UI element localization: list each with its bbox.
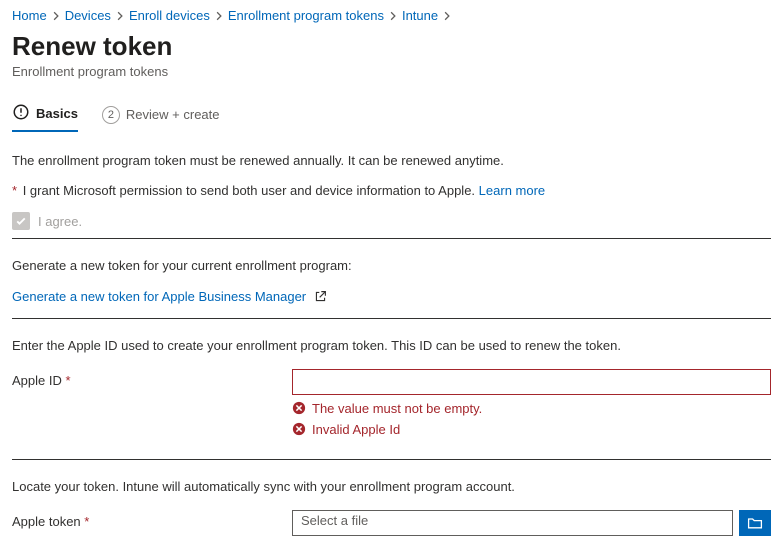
error-invalid: Invalid Apple Id bbox=[292, 422, 771, 437]
consent-text: I grant Microsoft permission to send bot… bbox=[23, 183, 475, 198]
external-link-icon bbox=[314, 290, 327, 303]
chevron-right-icon bbox=[51, 11, 61, 21]
breadcrumb-home[interactable]: Home bbox=[12, 8, 47, 23]
divider bbox=[12, 238, 771, 239]
learn-more-link[interactable]: Learn more bbox=[479, 183, 545, 198]
chevron-right-icon bbox=[388, 11, 398, 21]
error-icon bbox=[292, 422, 306, 436]
breadcrumb-enroll-devices[interactable]: Enroll devices bbox=[129, 8, 210, 23]
divider bbox=[12, 318, 771, 319]
agree-row: I agree. bbox=[12, 212, 771, 230]
tab-review-label: Review + create bbox=[126, 107, 220, 122]
page-subtitle: Enrollment program tokens bbox=[12, 64, 771, 79]
consent-line: * I grant Microsoft permission to send b… bbox=[12, 182, 771, 200]
generate-token-link[interactable]: Generate a new token for Apple Business … bbox=[12, 288, 306, 306]
error-empty: The value must not be empty. bbox=[292, 401, 771, 416]
required-star-icon: * bbox=[84, 514, 89, 529]
agree-label: I agree. bbox=[38, 214, 82, 229]
error-icon bbox=[292, 401, 306, 415]
tab-basics[interactable]: Basics bbox=[12, 103, 78, 132]
required-star-icon: * bbox=[12, 183, 17, 198]
breadcrumb-devices[interactable]: Devices bbox=[65, 8, 111, 23]
wizard-tabs: Basics 2 Review + create bbox=[12, 103, 771, 132]
generate-heading: Generate a new token for your current en… bbox=[12, 257, 771, 275]
apple-id-row: Apple ID * The value must not be empty. … bbox=[12, 369, 771, 437]
step-number-badge: 2 bbox=[102, 106, 120, 124]
tab-basics-label: Basics bbox=[36, 106, 78, 121]
chevron-right-icon bbox=[115, 11, 125, 21]
file-input-display[interactable]: Select a file bbox=[292, 510, 733, 536]
divider bbox=[12, 459, 771, 460]
breadcrumb-tokens[interactable]: Enrollment program tokens bbox=[228, 8, 384, 23]
folder-icon bbox=[747, 515, 763, 531]
tab-review-create[interactable]: 2 Review + create bbox=[102, 106, 220, 130]
apple-token-row: Apple token * Select a file bbox=[12, 510, 771, 536]
chevron-right-icon bbox=[442, 11, 452, 21]
token-intro: Locate your token. Intune will automatic… bbox=[12, 478, 771, 496]
breadcrumb-intune[interactable]: Intune bbox=[402, 8, 438, 23]
apple-id-label: Apple ID * bbox=[12, 369, 292, 388]
chevron-right-icon bbox=[214, 11, 224, 21]
required-star-icon: * bbox=[66, 373, 71, 388]
check-icon bbox=[15, 215, 27, 227]
intro-text: The enrollment program token must be ren… bbox=[12, 152, 771, 170]
apple-token-label: Apple token * bbox=[12, 510, 292, 529]
apple-id-intro: Enter the Apple ID used to create your e… bbox=[12, 337, 771, 355]
breadcrumb: Home Devices Enroll devices Enrollment p… bbox=[12, 8, 771, 23]
apple-id-input[interactable] bbox=[292, 369, 771, 395]
page-title: Renew token bbox=[12, 31, 771, 62]
browse-file-button[interactable] bbox=[739, 510, 771, 536]
alert-circle-icon bbox=[12, 103, 30, 124]
agree-checkbox[interactable] bbox=[12, 212, 30, 230]
